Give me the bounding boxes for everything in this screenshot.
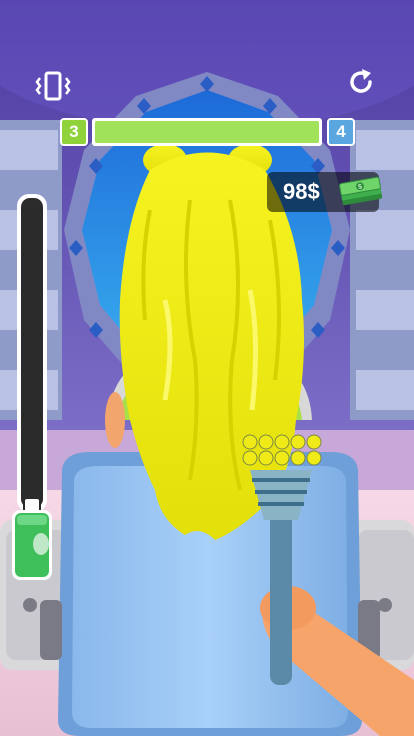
money-amount: 98$ (283, 179, 320, 204)
salon-scene (0, 0, 414, 736)
spray-bottle-icon (12, 497, 52, 580)
spray-fill-meter (12, 194, 52, 580)
cash-stack-icon: $ (339, 176, 383, 206)
current-level-badge: 3 (60, 118, 88, 146)
level-progress-bar (92, 118, 322, 146)
restart-button[interactable] (345, 66, 377, 98)
vibration-icon (35, 71, 71, 101)
right-shelf (350, 120, 414, 420)
next-level-badge: 4 (327, 118, 355, 146)
money-counter: 98$ $ (267, 172, 383, 212)
restart-icon (350, 69, 372, 93)
level-progress-fill (95, 121, 319, 143)
vibration-toggle-button[interactable] (34, 70, 72, 102)
